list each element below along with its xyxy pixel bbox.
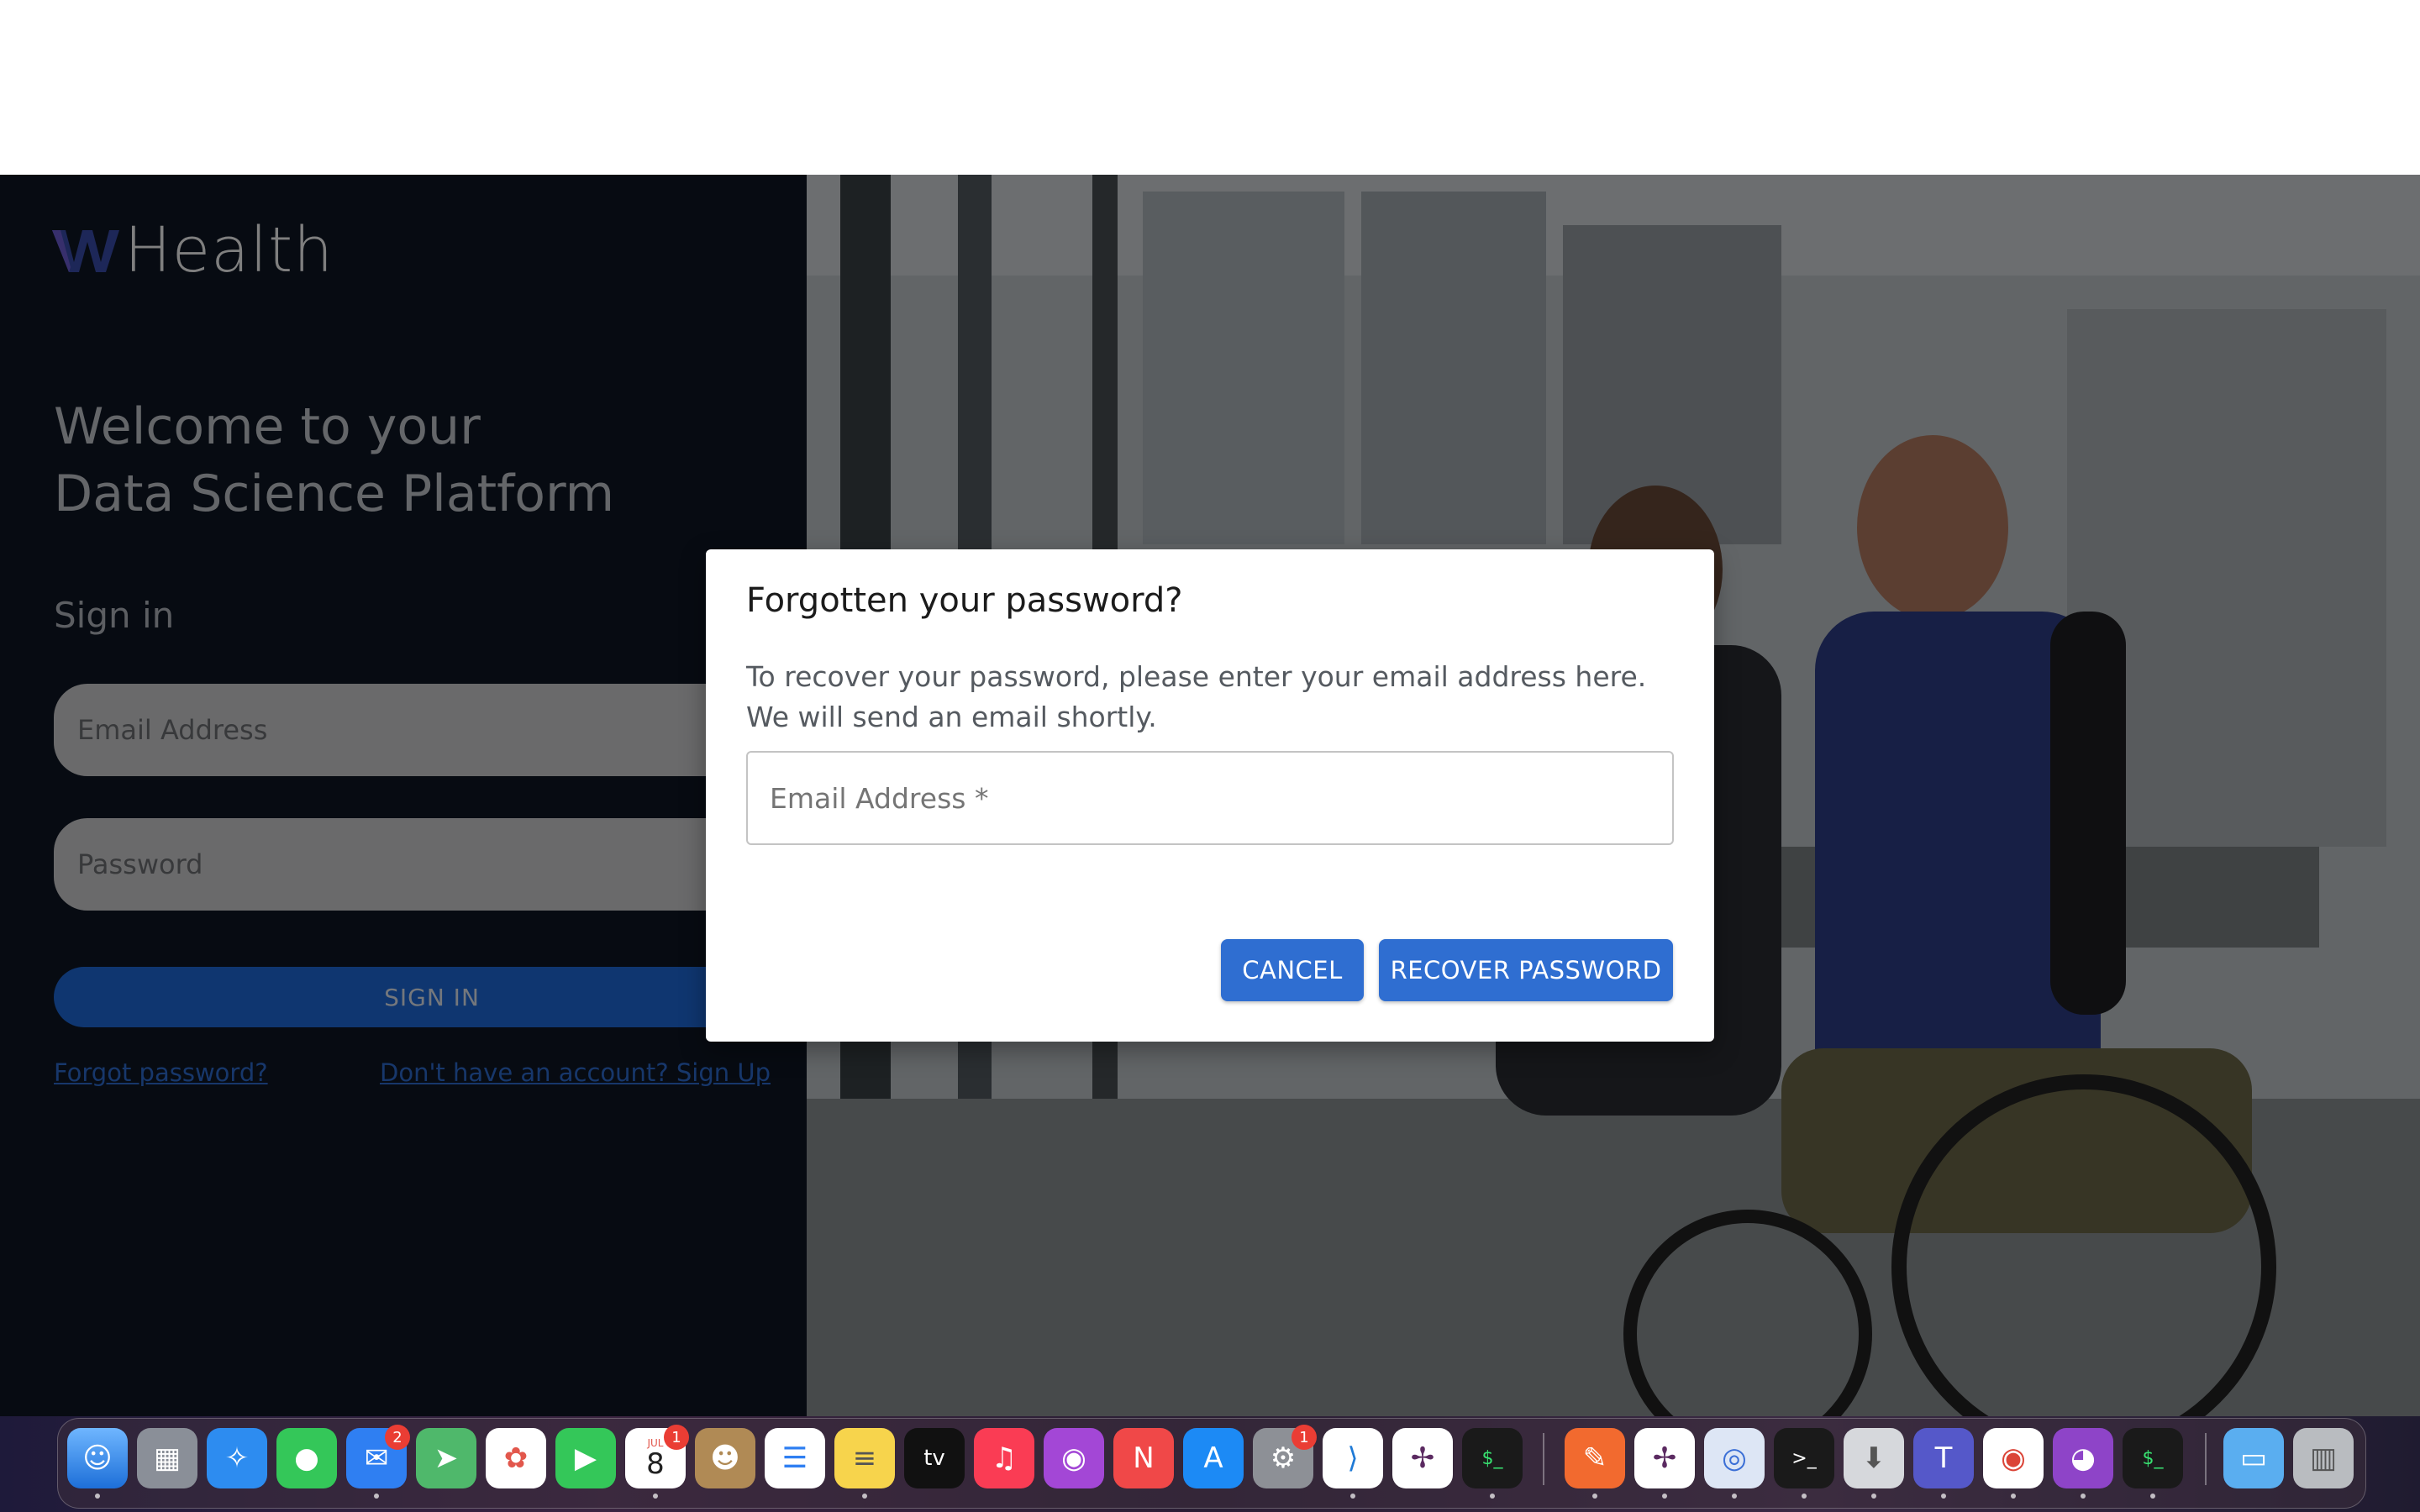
dialog-description: To recover your password, please enter y… — [746, 660, 1647, 733]
running-indicator — [1941, 1494, 1946, 1499]
window-top-area — [0, 0, 2420, 175]
safari-icon[interactable]: ✧ — [207, 1428, 267, 1488]
running-indicator — [2081, 1494, 2086, 1499]
trash-icon[interactable]: ▥ — [2293, 1428, 2354, 1488]
vscode-icon[interactable]: ⟩ — [1323, 1428, 1383, 1488]
chrome-alt-icon[interactable]: ◎ — [1704, 1428, 1765, 1488]
reminders-icon[interactable]: ☰ — [765, 1428, 825, 1488]
folder-icon[interactable]: ▭ — [2223, 1428, 2284, 1488]
github-icon[interactable]: ◕ — [2053, 1428, 2113, 1488]
appstore-icon[interactable]: A — [1183, 1428, 1244, 1488]
terminal-icon[interactable]: >_ — [1774, 1428, 1834, 1488]
dialog-title: Forgotten your password? — [746, 581, 1183, 620]
running-indicator — [374, 1494, 379, 1499]
running-indicator — [1592, 1494, 1597, 1499]
music-icon[interactable]: ♫ — [974, 1428, 1034, 1488]
appletv-icon[interactable]: tv — [904, 1428, 965, 1488]
teams-icon[interactable]: T — [1913, 1428, 1974, 1488]
recover-password-button[interactable]: RECOVER PASSWORD — [1379, 939, 1673, 1001]
pen-icon[interactable]: ✎ — [1565, 1428, 1625, 1488]
cancel-button[interactable]: CANCEL — [1221, 939, 1364, 1001]
messages-icon[interactable]: ● — [276, 1428, 337, 1488]
notes-icon[interactable]: ≡ — [834, 1428, 895, 1488]
running-indicator — [653, 1494, 658, 1499]
contacts-icon[interactable]: ☻ — [695, 1428, 755, 1488]
running-indicator — [1802, 1494, 1807, 1499]
dock-separator — [2205, 1433, 2207, 1485]
mail-badge: 2 — [385, 1425, 410, 1450]
calendar-badge: 1 — [664, 1425, 689, 1450]
forgot-password-dialog: Forgotten your password? To recover your… — [706, 549, 1714, 1042]
recover-email-input[interactable] — [746, 751, 1674, 845]
facetime-icon[interactable]: ▶ — [555, 1428, 616, 1488]
appletv-label: tv — [923, 1446, 945, 1471]
slack-icon[interactable]: ✢ — [1392, 1428, 1453, 1488]
running-indicator — [2150, 1494, 2155, 1499]
slack-icon[interactable]: ✢ — [1634, 1428, 1695, 1488]
dock-separator — [1543, 1433, 1544, 1485]
settings-badge: 1 — [1292, 1425, 1317, 1450]
running-indicator — [1662, 1494, 1667, 1499]
running-indicator — [1732, 1494, 1737, 1499]
maps-icon[interactable]: ➤ — [416, 1428, 476, 1488]
chrome-icon[interactable]: ◉ — [1983, 1428, 2044, 1488]
terminal-icon[interactable]: $_ — [2123, 1428, 2183, 1488]
terminal-icon[interactable]: $_ — [1462, 1428, 1523, 1488]
photos-icon[interactable]: ✿ — [486, 1428, 546, 1488]
news-icon[interactable]: N — [1113, 1428, 1174, 1488]
podcasts-icon[interactable]: ◉ — [1044, 1428, 1104, 1488]
calendar-day: 8 — [646, 1447, 665, 1481]
running-indicator — [1490, 1494, 1495, 1499]
running-indicator — [95, 1494, 100, 1499]
running-indicator — [1871, 1494, 1876, 1499]
finder-icon[interactable]: ☺ — [67, 1428, 128, 1488]
disk-utility-icon[interactable]: ⬇ — [1844, 1428, 1904, 1488]
running-indicator — [1350, 1494, 1355, 1499]
running-indicator — [2011, 1494, 2016, 1499]
running-indicator — [862, 1494, 867, 1499]
launchpad-icon[interactable]: ▦ — [137, 1428, 197, 1488]
